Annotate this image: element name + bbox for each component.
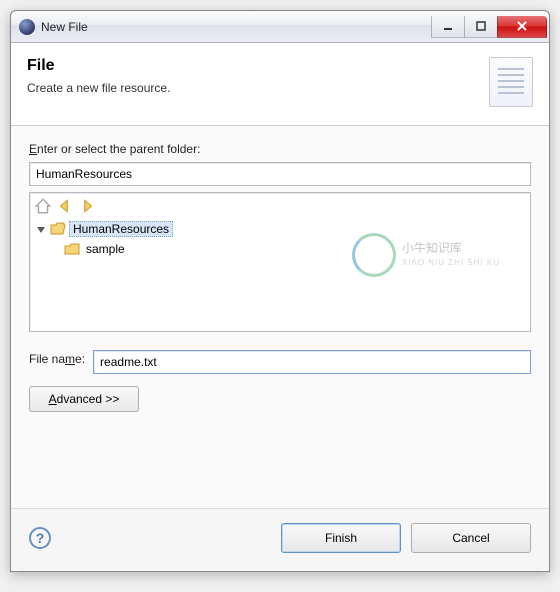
- collapse-icon[interactable]: [36, 224, 47, 235]
- filename-input[interactable]: [93, 350, 531, 374]
- banner: File Create a new file resource.: [11, 43, 549, 126]
- home-icon[interactable]: [34, 197, 52, 215]
- minimize-button[interactable]: [431, 16, 465, 38]
- folder-open-icon: [50, 222, 66, 236]
- tree-toolbar: [32, 195, 528, 219]
- maximize-button[interactable]: [464, 16, 498, 38]
- close-button[interactable]: [497, 16, 547, 38]
- advanced-button[interactable]: Advanced >>: [29, 386, 139, 412]
- tree-item-child[interactable]: sample: [36, 239, 524, 259]
- folder-icon: [64, 242, 80, 256]
- back-icon[interactable]: [56, 197, 74, 215]
- banner-heading: File: [27, 57, 479, 75]
- help-icon[interactable]: ?: [29, 527, 51, 549]
- parent-folder-label: Enter or select the parent folder:: [29, 142, 531, 156]
- window-controls: [432, 16, 547, 38]
- footer: ? Finish Cancel: [11, 508, 549, 571]
- window-title: New File: [41, 20, 432, 34]
- tree-item-label: HumanResources: [69, 221, 173, 237]
- folder-tree[interactable]: HumanResources sample 小牛知识库XIAO NIU ZHI …: [29, 192, 531, 332]
- finish-button[interactable]: Finish: [281, 523, 401, 553]
- eclipse-icon: [19, 19, 35, 35]
- forward-icon[interactable]: [78, 197, 96, 215]
- parent-folder-input[interactable]: [29, 162, 531, 186]
- file-icon: [489, 57, 533, 107]
- titlebar[interactable]: New File: [11, 11, 549, 43]
- filename-label: File name:: [29, 352, 85, 366]
- tree-item-root[interactable]: HumanResources: [36, 219, 524, 239]
- tree-item-label: sample: [83, 242, 128, 256]
- content-area: Enter or select the parent folder: Human…: [11, 126, 549, 508]
- dialog-window: New File File Create a new file resource…: [10, 10, 550, 572]
- banner-subheading: Create a new file resource.: [27, 81, 479, 95]
- cancel-button[interactable]: Cancel: [411, 523, 531, 553]
